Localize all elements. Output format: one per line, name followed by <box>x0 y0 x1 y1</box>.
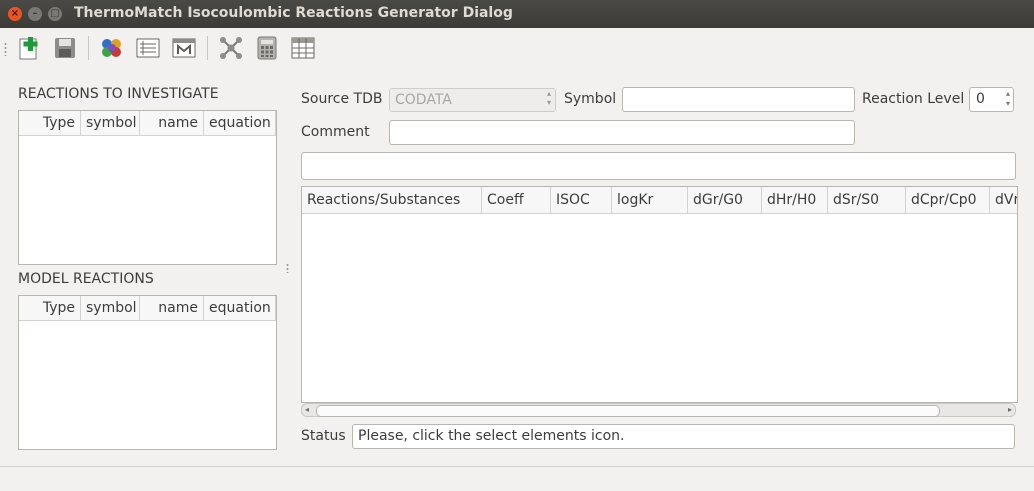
toolbar-separator <box>207 36 208 60</box>
comment-input[interactable] <box>389 120 855 145</box>
column-header-type[interactable]: Type <box>19 111 81 135</box>
column-header-dvr[interactable]: dVr <box>990 187 1017 213</box>
model-title: MODEL REACTIONS <box>18 271 154 287</box>
column-header-dgr[interactable]: dGr/G0 <box>688 187 762 213</box>
horizontal-scrollbar[interactable]: ◂ ▸ <box>301 403 1016 417</box>
column-header-name[interactable]: name <box>140 111 204 135</box>
status-label: Status <box>301 428 346 444</box>
toolbar-separator <box>88 36 89 60</box>
column-header-coeff[interactable]: Coeff <box>482 187 551 213</box>
window-statusbar <box>0 466 1034 491</box>
splitter-handle[interactable] <box>286 263 289 273</box>
column-header-symbol[interactable]: symbol <box>81 111 140 135</box>
minimize-button[interactable]: – <box>28 7 42 21</box>
source-tdb-value: CODATA <box>395 92 452 108</box>
column-header-reactions[interactable]: Reactions/Substances <box>302 187 482 213</box>
symbol-input[interactable] <box>622 87 855 112</box>
column-header-equation[interactable]: equation <box>204 296 276 320</box>
list-icon[interactable] <box>135 35 161 61</box>
column-header-name[interactable]: name <box>140 296 204 320</box>
title-bar: × – □ ThermoMatch Isocoulombic Reactions… <box>0 0 1034 28</box>
investigate-header: Type symbol name equation <box>19 111 276 136</box>
reaction-level-spinbox[interactable]: 0 ▴ ▾ <box>969 87 1014 112</box>
investigate-tree[interactable]: Type symbol name equation <box>18 110 277 265</box>
source-tdb-label: Source TDB <box>301 91 383 107</box>
model-tree[interactable]: Type symbol name equation <box>18 295 277 450</box>
column-header-dsr[interactable]: dSr/S0 <box>828 187 906 213</box>
model-header: Type symbol name equation <box>19 296 276 321</box>
spin-arrows-icon: ▴ ▾ <box>546 89 551 107</box>
select-elements-icon[interactable] <box>99 35 125 61</box>
column-header-type[interactable]: Type <box>19 296 81 320</box>
column-header-symbol[interactable]: symbol <box>81 296 140 320</box>
reaction-formula-field[interactable] <box>301 152 1016 180</box>
maximize-button[interactable]: □ <box>48 7 62 21</box>
toolbar-grip[interactable] <box>4 42 7 56</box>
reaction-level-label: Reaction Level <box>862 91 965 107</box>
column-header-dcpr[interactable]: dCpr/Cp0 <box>906 187 990 213</box>
matrix-icon[interactable] <box>171 35 197 61</box>
source-tdb-combo[interactable]: CODATA ▴ ▾ <box>389 88 556 112</box>
reactions-table[interactable]: Reactions/Substances Coeff ISOC logKr dG… <box>301 186 1018 403</box>
column-header-equation[interactable]: equation <box>204 111 276 135</box>
window-title: ThermoMatch Isocoulombic Reactions Gener… <box>74 5 513 21</box>
calculator-icon[interactable] <box>254 35 280 61</box>
new-icon[interactable] <box>17 35 43 61</box>
table-icon[interactable] <box>290 35 316 61</box>
investigate-title: REACTIONS TO INVESTIGATE <box>18 86 219 102</box>
scrollbar-thumb[interactable] <box>316 405 940 417</box>
column-header-logkr[interactable]: logKr <box>612 187 688 213</box>
close-button[interactable]: × <box>8 7 22 21</box>
status-field: Please, click the select elements icon. <box>352 424 1015 449</box>
toolbar <box>0 28 1034 68</box>
column-header-isoc[interactable]: ISOC <box>551 187 612 213</box>
column-header-dhr[interactable]: dHr/H0 <box>762 187 828 213</box>
network-icon[interactable] <box>218 35 244 61</box>
comment-label: Comment <box>301 124 370 140</box>
reactions-table-header: Reactions/Substances Coeff ISOC logKr dG… <box>302 187 1017 214</box>
scroll-left-icon[interactable]: ◂ <box>305 404 309 416</box>
symbol-label: Symbol <box>564 91 617 107</box>
spin-arrows-icon[interactable]: ▴ ▾ <box>1006 89 1010 109</box>
scroll-right-icon[interactable]: ▸ <box>1008 404 1012 416</box>
save-icon[interactable] <box>52 35 78 61</box>
reaction-level-value: 0 <box>976 91 985 107</box>
